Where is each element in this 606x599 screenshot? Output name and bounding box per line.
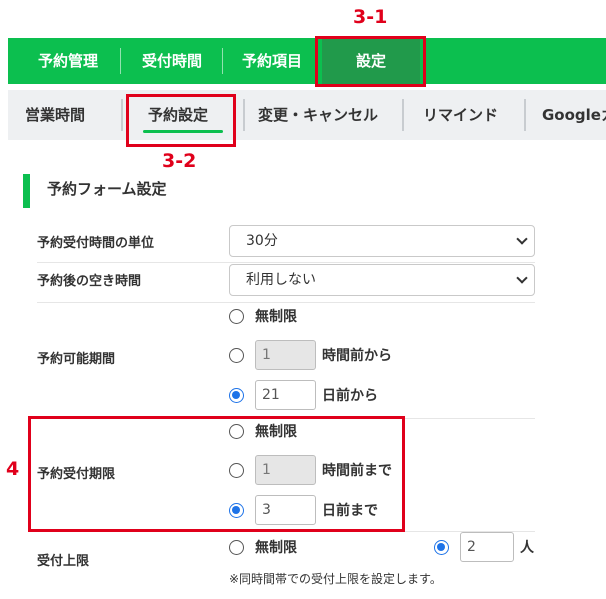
section-accent-bar: [23, 174, 30, 208]
capacity-limit-radio[interactable]: [434, 540, 449, 555]
capacity-label: 受付上限: [37, 554, 90, 569]
nav-separator: [222, 48, 223, 74]
period-days-input[interactable]: 21: [255, 380, 316, 410]
period-days-radio[interactable]: [229, 388, 244, 403]
chevron-down-icon: [516, 233, 528, 245]
gap-select[interactable]: 利用しない: [229, 264, 535, 296]
nav-reservation-management[interactable]: 予約管理: [24, 38, 112, 84]
tab-separator: [524, 99, 526, 131]
capacity-people-suffix: 人: [520, 540, 534, 556]
settings-subnav: 営業時間 予約設定 変更・キャンセル リマインド Googleカ: [8, 90, 606, 140]
tab-google-calendar[interactable]: Googleカ: [542, 90, 606, 140]
tab-separator: [243, 99, 245, 131]
unit-select-value: 30分: [246, 233, 278, 249]
tab-change-cancel[interactable]: 変更・キャンセル: [258, 90, 378, 140]
capacity-unlimited-radio[interactable]: [229, 540, 244, 555]
gap-label: 予約後の空き時間: [37, 274, 142, 289]
period-days-suffix: 日前から: [322, 388, 378, 404]
row-divider: [37, 262, 535, 263]
tab-business-hours[interactable]: 営業時間: [25, 90, 85, 140]
capacity-note: ※同時間帯での受付上限を設定します。: [229, 572, 442, 586]
top-navigation: 予約管理 受付時間 予約項目 設定: [8, 38, 606, 84]
annotation-label-3-1: 3-1: [353, 6, 388, 28]
annotation-box-4: [28, 416, 405, 532]
nav-separator: [120, 48, 121, 74]
chevron-down-icon: [516, 272, 528, 284]
annotation-label-4: 4: [6, 458, 20, 480]
period-hours-suffix: 時間前から: [322, 348, 392, 364]
unit-select[interactable]: 30分: [229, 225, 535, 257]
period-unlimited-radio[interactable]: [229, 309, 244, 324]
annotation-box-3-2: [126, 94, 236, 147]
tab-separator: [402, 99, 404, 131]
unit-label: 予約受付時間の単位: [37, 236, 155, 251]
section-title: 予約フォーム設定: [47, 180, 167, 198]
nav-reception-hours[interactable]: 受付時間: [128, 38, 216, 84]
annotation-label-3-2: 3-2: [162, 150, 197, 172]
capacity-unlimited-label: 無制限: [255, 540, 297, 556]
capacity-people-input[interactable]: 2: [460, 532, 514, 562]
row-divider: [37, 302, 535, 303]
tab-separator: [121, 99, 123, 131]
annotation-box-3-1: [315, 36, 426, 87]
period-label: 予約可能期間: [37, 352, 116, 367]
period-unlimited-label: 無制限: [255, 309, 297, 325]
period-hours-input[interactable]: 1: [255, 340, 316, 370]
period-hours-radio[interactable]: [229, 348, 244, 363]
nav-reservation-items[interactable]: 予約項目: [228, 38, 316, 84]
tab-reminder[interactable]: リマインド: [423, 90, 498, 140]
gap-select-value: 利用しない: [246, 272, 316, 288]
